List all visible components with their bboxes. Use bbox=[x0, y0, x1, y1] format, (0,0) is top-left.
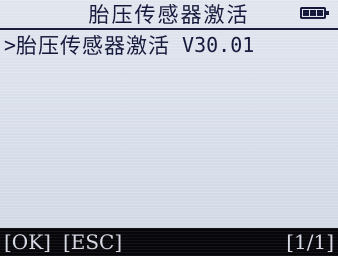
battery-full-icon bbox=[300, 7, 329, 19]
menu-list: > 胎压传感器激活 V30.01 bbox=[0, 30, 338, 60]
ok-button[interactable]: [OK] bbox=[4, 230, 51, 254]
battery-bar bbox=[310, 10, 316, 16]
esc-button[interactable]: [ESC] bbox=[63, 230, 122, 254]
menu-item-label: 胎压传感器激活 bbox=[16, 34, 171, 58]
page-indicator: [1/1] bbox=[286, 230, 334, 254]
softkey-bar: [OK] [ESC] [1/1] bbox=[0, 228, 338, 256]
title-bar: 胎压传感器激活 bbox=[0, 0, 338, 30]
menu-item-tpms-activation[interactable]: > 胎压传感器激活 V30.01 bbox=[0, 30, 338, 60]
battery-bar bbox=[317, 10, 323, 16]
battery-bar bbox=[303, 10, 309, 16]
device-screen: 胎压传感器激活 > 胎压传感器激活 V30.01 [OK] [ESC] [1/1… bbox=[0, 0, 338, 256]
menu-item-version: V30.01 bbox=[182, 33, 255, 57]
page-title: 胎压传感器激活 bbox=[88, 3, 250, 27]
selection-cursor-icon: > bbox=[4, 33, 17, 57]
